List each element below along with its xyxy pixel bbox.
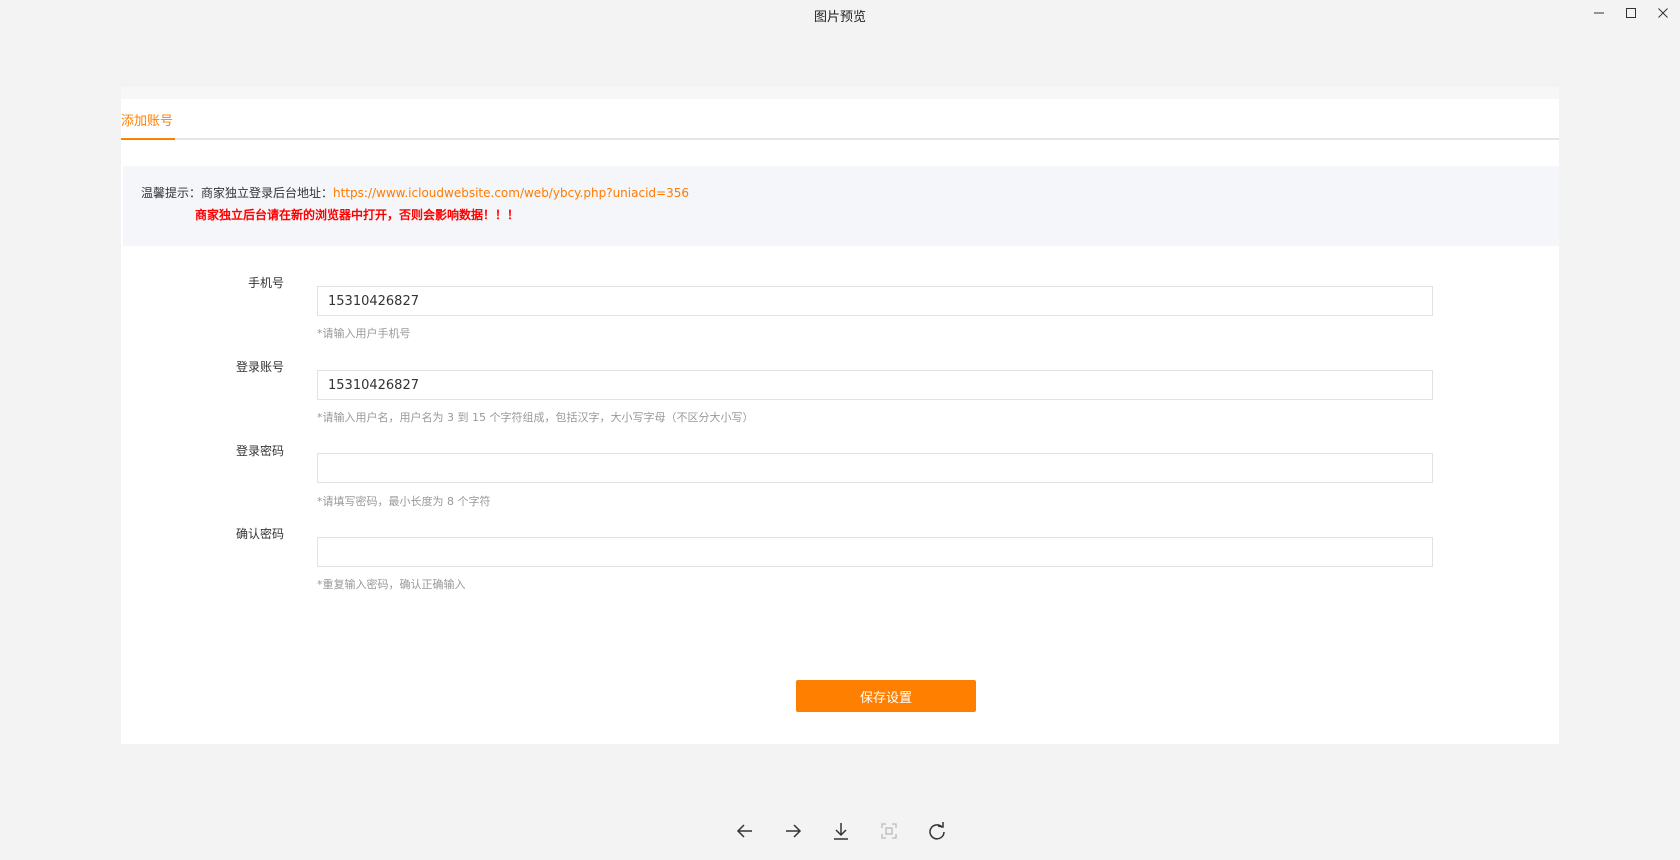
phone-input[interactable] — [317, 286, 1433, 316]
preview-card: 添加账号 温馨提示：商家独立登录后台地址：https://www.icloudw… — [121, 87, 1559, 744]
close-icon[interactable] — [1649, 2, 1677, 24]
rotate-icon[interactable] — [924, 818, 950, 844]
download-icon[interactable] — [828, 818, 854, 844]
notice-box: 温馨提示：商家独立登录后台地址：https://www.icloudwebsit… — [123, 166, 1559, 246]
backend-url-link[interactable]: https://www.icloudwebsite.com/web/ybcy.p… — [333, 186, 689, 200]
phone-hint: *请输入用户手机号 — [317, 327, 411, 340]
password-input[interactable] — [317, 453, 1433, 483]
arrow-left-icon[interactable] — [732, 818, 758, 844]
tab-bar: 添加账号 — [121, 99, 1559, 140]
maximize-icon[interactable] — [1617, 2, 1645, 24]
window-titlebar: 图片预览 — [0, 0, 1680, 32]
confirm-password-label: 确认密码 — [235, 527, 284, 541]
card-top-strip — [121, 87, 1559, 99]
password-hint: *请填写密码，最小长度为 8 个字符 — [317, 495, 491, 508]
password-label: 登录密码 — [235, 444, 284, 458]
save-settings-button[interactable]: 保存设置 — [796, 680, 976, 712]
account-input[interactable] — [317, 370, 1433, 400]
minimize-icon[interactable] — [1585, 2, 1613, 24]
notice-line: 温馨提示：商家独立登录后台地址：https://www.icloudwebsit… — [141, 184, 689, 201]
arrow-right-icon[interactable] — [780, 818, 806, 844]
account-hint: *请输入用户名，用户名为 3 到 15 个字符组成，包括汉字，大小写字母（不区分… — [317, 411, 754, 424]
notice-prefix: 温馨提示：商家独立登录后台地址： — [141, 186, 334, 200]
window-title: 图片预览 — [813, 10, 866, 25]
fit-screen-icon — [876, 818, 902, 844]
confirm-password-hint: *重复输入密码，确认正确输入 — [317, 578, 466, 591]
notice-warning: 商家独立后台请在新的浏览器中打开，否则会影响数据！！！ — [195, 208, 520, 222]
phone-label: 手机号 — [247, 276, 284, 290]
tab-add-account[interactable]: 添加账号 — [121, 110, 175, 140]
confirm-password-input[interactable] — [317, 537, 1433, 567]
account-label: 登录账号 — [235, 360, 284, 374]
